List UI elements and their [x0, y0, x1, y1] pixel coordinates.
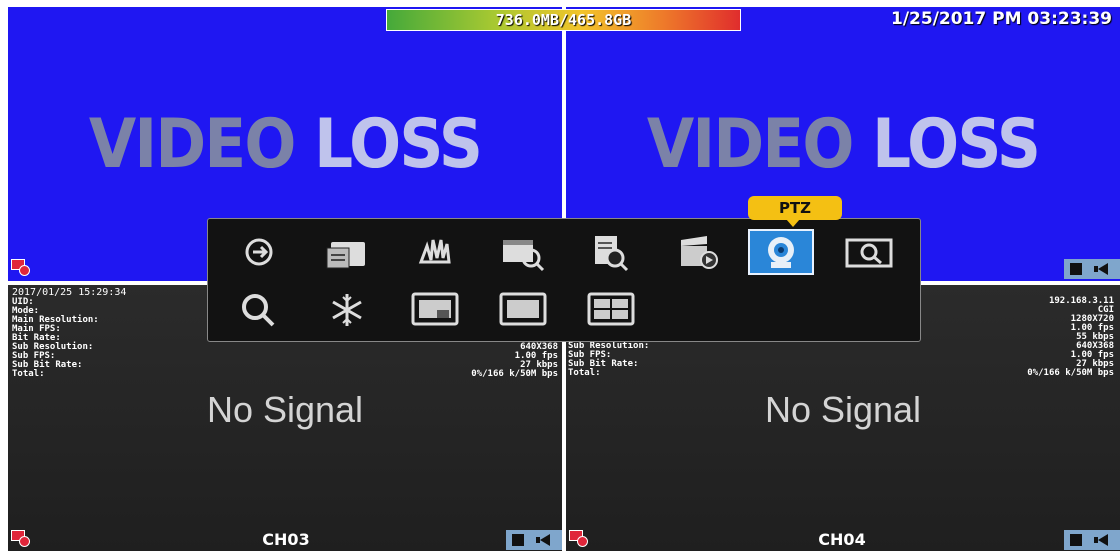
- search-icon: [242, 294, 275, 327]
- schedule-search-icon: [503, 240, 545, 272]
- audio-icon[interactable]: [540, 534, 550, 546]
- quad-view-icon: [587, 292, 635, 326]
- hand-tool-button[interactable]: [402, 229, 468, 275]
- system-clock: 1/25/2017 PM 03:23:39: [891, 9, 1112, 29]
- record-status-icon: [11, 259, 33, 277]
- single-view-icon: [499, 292, 547, 326]
- hand-drag-icon: [418, 239, 451, 264]
- info-value: 0%/166 k/50M bps: [1027, 368, 1114, 378]
- info-key: Total:: [12, 369, 45, 379]
- record-status-icon: [11, 530, 33, 548]
- sequence-button[interactable]: [226, 229, 292, 275]
- hdd-usage-bar: 736.0MB/465.8GB: [386, 9, 741, 31]
- event-search-button[interactable]: [578, 229, 644, 275]
- channel-4-controls[interactable]: [1064, 530, 1120, 550]
- audio-icon[interactable]: [1098, 534, 1108, 546]
- pip-view-icon: [411, 292, 459, 326]
- audio-icon[interactable]: [1098, 263, 1108, 275]
- freeze-button[interactable]: [314, 287, 380, 333]
- search-button[interactable]: [226, 287, 292, 333]
- info-row: Sub Resolution: 640X368: [568, 342, 1114, 351]
- info-row: Sub FPS: 1.00 fps: [12, 352, 558, 361]
- ptz-button[interactable]: [748, 229, 814, 275]
- channel-2-controls[interactable]: [1064, 259, 1120, 279]
- playback-button[interactable]: [666, 229, 732, 275]
- record-status-icon: [569, 530, 591, 548]
- schedule-search-button[interactable]: [490, 229, 556, 275]
- sequence-icon: [245, 238, 273, 266]
- freeze-icon: [332, 294, 362, 326]
- zoom-button[interactable]: [836, 229, 902, 275]
- snapshot-icon[interactable]: [512, 534, 524, 546]
- single-view-button[interactable]: [490, 287, 556, 333]
- file-folder-icon: [326, 242, 365, 269]
- event-search-icon: [595, 236, 629, 272]
- info-value: 0%/166 k/50M bps: [471, 369, 558, 379]
- info-key: Total:: [568, 368, 601, 378]
- pip-view-button[interactable]: [402, 287, 468, 333]
- ptz-tooltip: PTZ: [748, 196, 842, 227]
- channel-label: CH03: [262, 530, 310, 549]
- quad-view-button[interactable]: [578, 287, 644, 333]
- ptz-camera-icon: [768, 237, 794, 268]
- quick-menu: [207, 218, 921, 342]
- snapshot-icon[interactable]: [1070, 263, 1082, 275]
- file-button[interactable]: [314, 229, 380, 275]
- no-signal-text: No Signal: [206, 389, 364, 430]
- zoom-search-icon: [845, 238, 893, 268]
- info-row: Sub Resolution: 640X368: [12, 343, 558, 352]
- playback-icon: [681, 236, 718, 269]
- snapshot-icon[interactable]: [1070, 534, 1082, 546]
- info-row: Total: 0%/166 k/50M bps: [12, 370, 558, 379]
- info-row: Total: 0%/166 k/50M bps: [568, 369, 1114, 378]
- channel-3-controls[interactable]: [506, 530, 562, 550]
- channel-label: CH04: [818, 530, 866, 549]
- video-loss-text: VIDEO LOSS: [646, 105, 1041, 184]
- video-loss-text: VIDEO LOSS: [88, 105, 483, 184]
- info-row: Sub FPS: 1.00 fps: [568, 351, 1114, 360]
- no-signal-text: No Signal: [764, 389, 922, 430]
